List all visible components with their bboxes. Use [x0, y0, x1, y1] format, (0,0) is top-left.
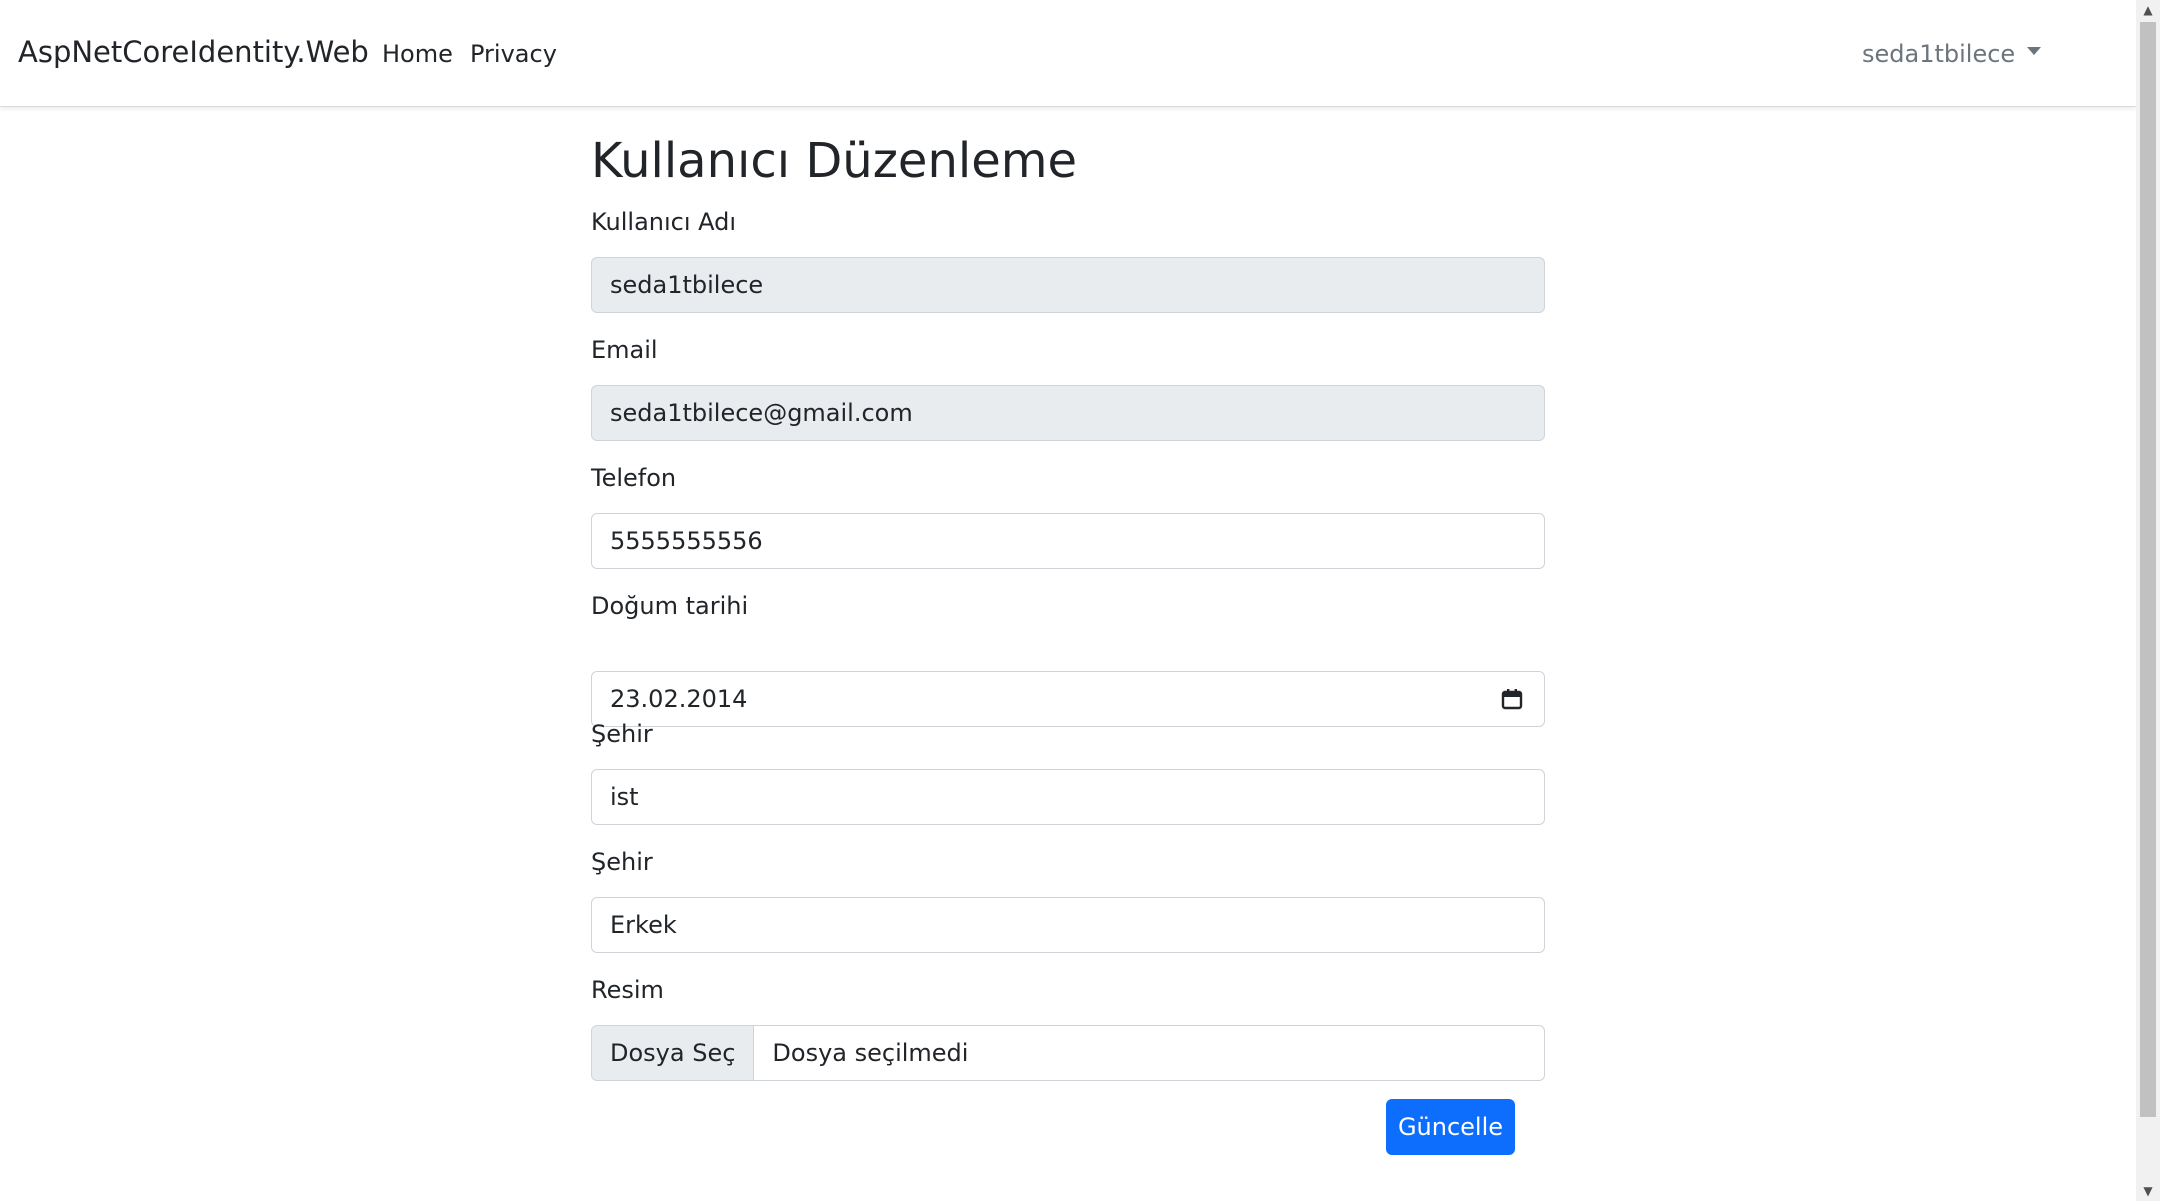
nav-link-privacy[interactable]: Privacy	[470, 40, 557, 68]
user-name: seda1tbilece	[1862, 40, 2016, 68]
scroll-down-arrow-icon[interactable]: ▼	[2136, 1181, 2160, 1201]
email-label: Email	[591, 336, 658, 364]
birthdate-value: 23.02.2014	[610, 685, 748, 713]
username-field: seda1tbilece	[591, 257, 1545, 313]
phone-field[interactable]: 5555555556	[591, 513, 1545, 569]
page: AspNetCoreIdentity.Web Home Privacy seda…	[0, 0, 2160, 1201]
city-field[interactable]: ist	[591, 769, 1545, 825]
birthdate-label: Doğum tarihi	[591, 592, 749, 620]
file-status: Dosya seçilmedi	[772, 1039, 969, 1067]
caret-down-icon	[2027, 47, 2042, 55]
brand-link[interactable]: AspNetCoreIdentity.Web	[18, 35, 369, 69]
username-label: Kullanıcı Adı	[591, 208, 737, 236]
gender-field[interactable]: Erkek	[591, 897, 1545, 953]
update-button[interactable]: Güncelle	[1386, 1099, 1515, 1155]
username-group: Kullanıcı Adı seda1tbilece	[591, 207, 1545, 313]
city-label: Şehir	[591, 720, 653, 748]
phone-group: Telefon 5555555556	[591, 463, 1545, 569]
calendar-icon[interactable]	[1500, 687, 1524, 711]
nav-link-home[interactable]: Home	[382, 40, 453, 68]
choose-file-button[interactable]: Dosya Seç	[592, 1026, 755, 1080]
gender-label: Şehir	[591, 848, 653, 876]
email-group: Email seda1tbilece@gmail.com	[591, 335, 1545, 441]
main-content: Kullanıcı Düzenleme Kullanıcı Adı seda1t…	[591, 130, 1545, 1081]
page-title: Kullanıcı Düzenleme	[591, 133, 1078, 189]
birthdate-group: Doğum tarihi 23.02.2014	[591, 591, 1545, 727]
scroll-thumb[interactable]	[2140, 22, 2156, 1117]
picture-label: Resim	[591, 976, 664, 1004]
gender-group: Şehir Erkek	[591, 847, 1545, 953]
city-group: Şehir ist	[591, 719, 1545, 825]
scroll-up-arrow-icon[interactable]: ▲	[2136, 0, 2160, 20]
user-dropdown[interactable]: seda1tbilece	[1862, 40, 2042, 68]
vertical-scrollbar[interactable]: ▲ ▼	[2136, 0, 2160, 1201]
phone-label: Telefon	[591, 464, 677, 492]
navbar: AspNetCoreIdentity.Web Home Privacy seda…	[0, 0, 2136, 107]
email-field: seda1tbilece@gmail.com	[591, 385, 1545, 441]
picture-file-input[interactable]: Dosya Seç Dosya seçilmedi	[591, 1025, 1545, 1081]
picture-group: Resim Dosya Seç Dosya seçilmedi	[591, 975, 1545, 1081]
